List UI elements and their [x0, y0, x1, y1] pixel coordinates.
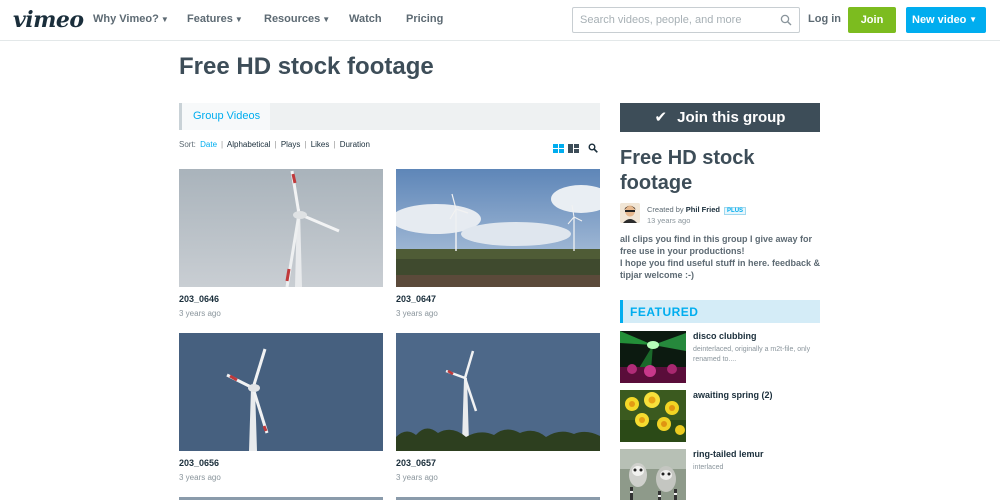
nav-resources-label: Resources	[264, 13, 321, 25]
video-thumbnail[interactable]	[179, 333, 383, 451]
detail-view-icon[interactable]	[568, 144, 579, 153]
featured-title[interactable]: disco clubbing	[693, 331, 757, 341]
video-title[interactable]: 203_0647	[396, 294, 600, 304]
featured-desc: deinterlaced, originally a m2t-file, onl…	[693, 346, 811, 363]
group-description: all clips you find in this group I give …	[620, 233, 825, 281]
join-group-label: Join this group	[677, 109, 786, 126]
top-nav: vimeo Why Vimeo? ▼ Features ▼ Resources ▼ W…	[0, 0, 1000, 41]
video-title[interactable]: 203_0657	[396, 458, 600, 468]
chevron-down-icon: ▼	[322, 15, 331, 24]
video-thumbnail[interactable]	[396, 169, 600, 287]
video-card[interactable]: 203_0656 3 years ago	[179, 333, 383, 482]
sort-option-likes[interactable]: Likes	[311, 140, 330, 149]
join-group-button[interactable]: ✔ Join this group	[620, 103, 820, 132]
new-video-button[interactable]: New video ▼	[906, 7, 986, 33]
magnifier-icon[interactable]	[588, 143, 598, 153]
sort-option-duration[interactable]: Duration	[340, 140, 370, 149]
checkmark-icon: ✔	[654, 109, 668, 126]
sort-option-plays[interactable]: Plays	[281, 140, 301, 149]
sort-option-date[interactable]: Date	[200, 140, 217, 149]
video-date: 3 years ago	[179, 473, 221, 482]
plus-badge: PLUS	[724, 207, 747, 215]
group-description-text: all clips you find in this group I give …	[620, 234, 821, 280]
tab-bar: Group Videos	[179, 103, 600, 130]
group-title: Free HD stock footage	[620, 147, 755, 194]
sort-bar: Sort: Date | Alphabetical | Plays | Likes | …	[179, 140, 370, 149]
chevron-down-icon: ▼	[234, 15, 243, 24]
sort-option-alphabetical[interactable]: Alphabetical	[227, 140, 271, 149]
created-by: Created by Phil Fried PLUS	[647, 205, 747, 215]
video-date: 3 years ago	[396, 473, 438, 482]
chevron-down-icon: ▼	[969, 15, 977, 24]
author-link[interactable]: Phil Fried	[686, 205, 720, 214]
search-box	[572, 7, 800, 33]
featured-thumbnail[interactable]	[620, 449, 686, 500]
nav-why-vimeo-label: Why Vimeo?	[93, 13, 159, 25]
tab-group-videos[interactable]: Group Videos	[179, 103, 271, 130]
nav-features-label: Features	[187, 13, 233, 25]
avatar[interactable]	[620, 203, 640, 223]
video-card[interactable]: 203_0647 3 years ago	[396, 169, 600, 318]
sort-label: Sort:	[179, 140, 196, 149]
video-title[interactable]: 203_0656	[179, 458, 383, 468]
featured-desc: interlaced	[693, 464, 724, 471]
video-date: 3 years ago	[396, 309, 438, 318]
vimeo-logo[interactable]: vimeo	[13, 7, 84, 33]
login-link[interactable]: Log in	[808, 13, 841, 25]
search-input[interactable]	[573, 8, 773, 32]
video-card[interactable]: 203_0657 3 years ago	[396, 333, 600, 482]
new-video-label: New video	[912, 14, 967, 26]
join-button[interactable]: Join	[848, 7, 896, 33]
grid-view-icon[interactable]	[553, 144, 564, 153]
featured-thumbnail[interactable]	[620, 331, 686, 383]
featured-label: FEATURED	[630, 305, 699, 319]
featured-thumbnail[interactable]	[620, 390, 686, 442]
created-by-prefix: Created by	[647, 205, 684, 214]
video-thumbnail[interactable]	[396, 333, 600, 451]
video-title[interactable]: 203_0646	[179, 294, 383, 304]
nav-features[interactable]: Features ▼	[187, 13, 243, 25]
video-date: 3 years ago	[179, 309, 221, 318]
featured-header: FEATURED	[620, 300, 820, 323]
nav-resources[interactable]: Resources ▼	[264, 13, 330, 25]
search-icon[interactable]	[780, 14, 792, 26]
video-thumbnail[interactable]	[179, 169, 383, 287]
nav-pricing[interactable]: Pricing	[406, 13, 443, 25]
created-ago: 13 years ago	[647, 216, 691, 225]
chevron-down-icon: ▼	[160, 15, 169, 24]
page-title: Free HD stock footage	[179, 53, 434, 80]
nav-watch[interactable]: Watch	[349, 13, 382, 25]
video-card[interactable]: 203_0646 3 years ago	[179, 169, 383, 318]
featured-title[interactable]: ring-tailed lemur	[693, 449, 764, 459]
featured-title[interactable]: awaiting spring (2)	[693, 390, 773, 400]
nav-why-vimeo[interactable]: Why Vimeo? ▼	[93, 13, 169, 25]
